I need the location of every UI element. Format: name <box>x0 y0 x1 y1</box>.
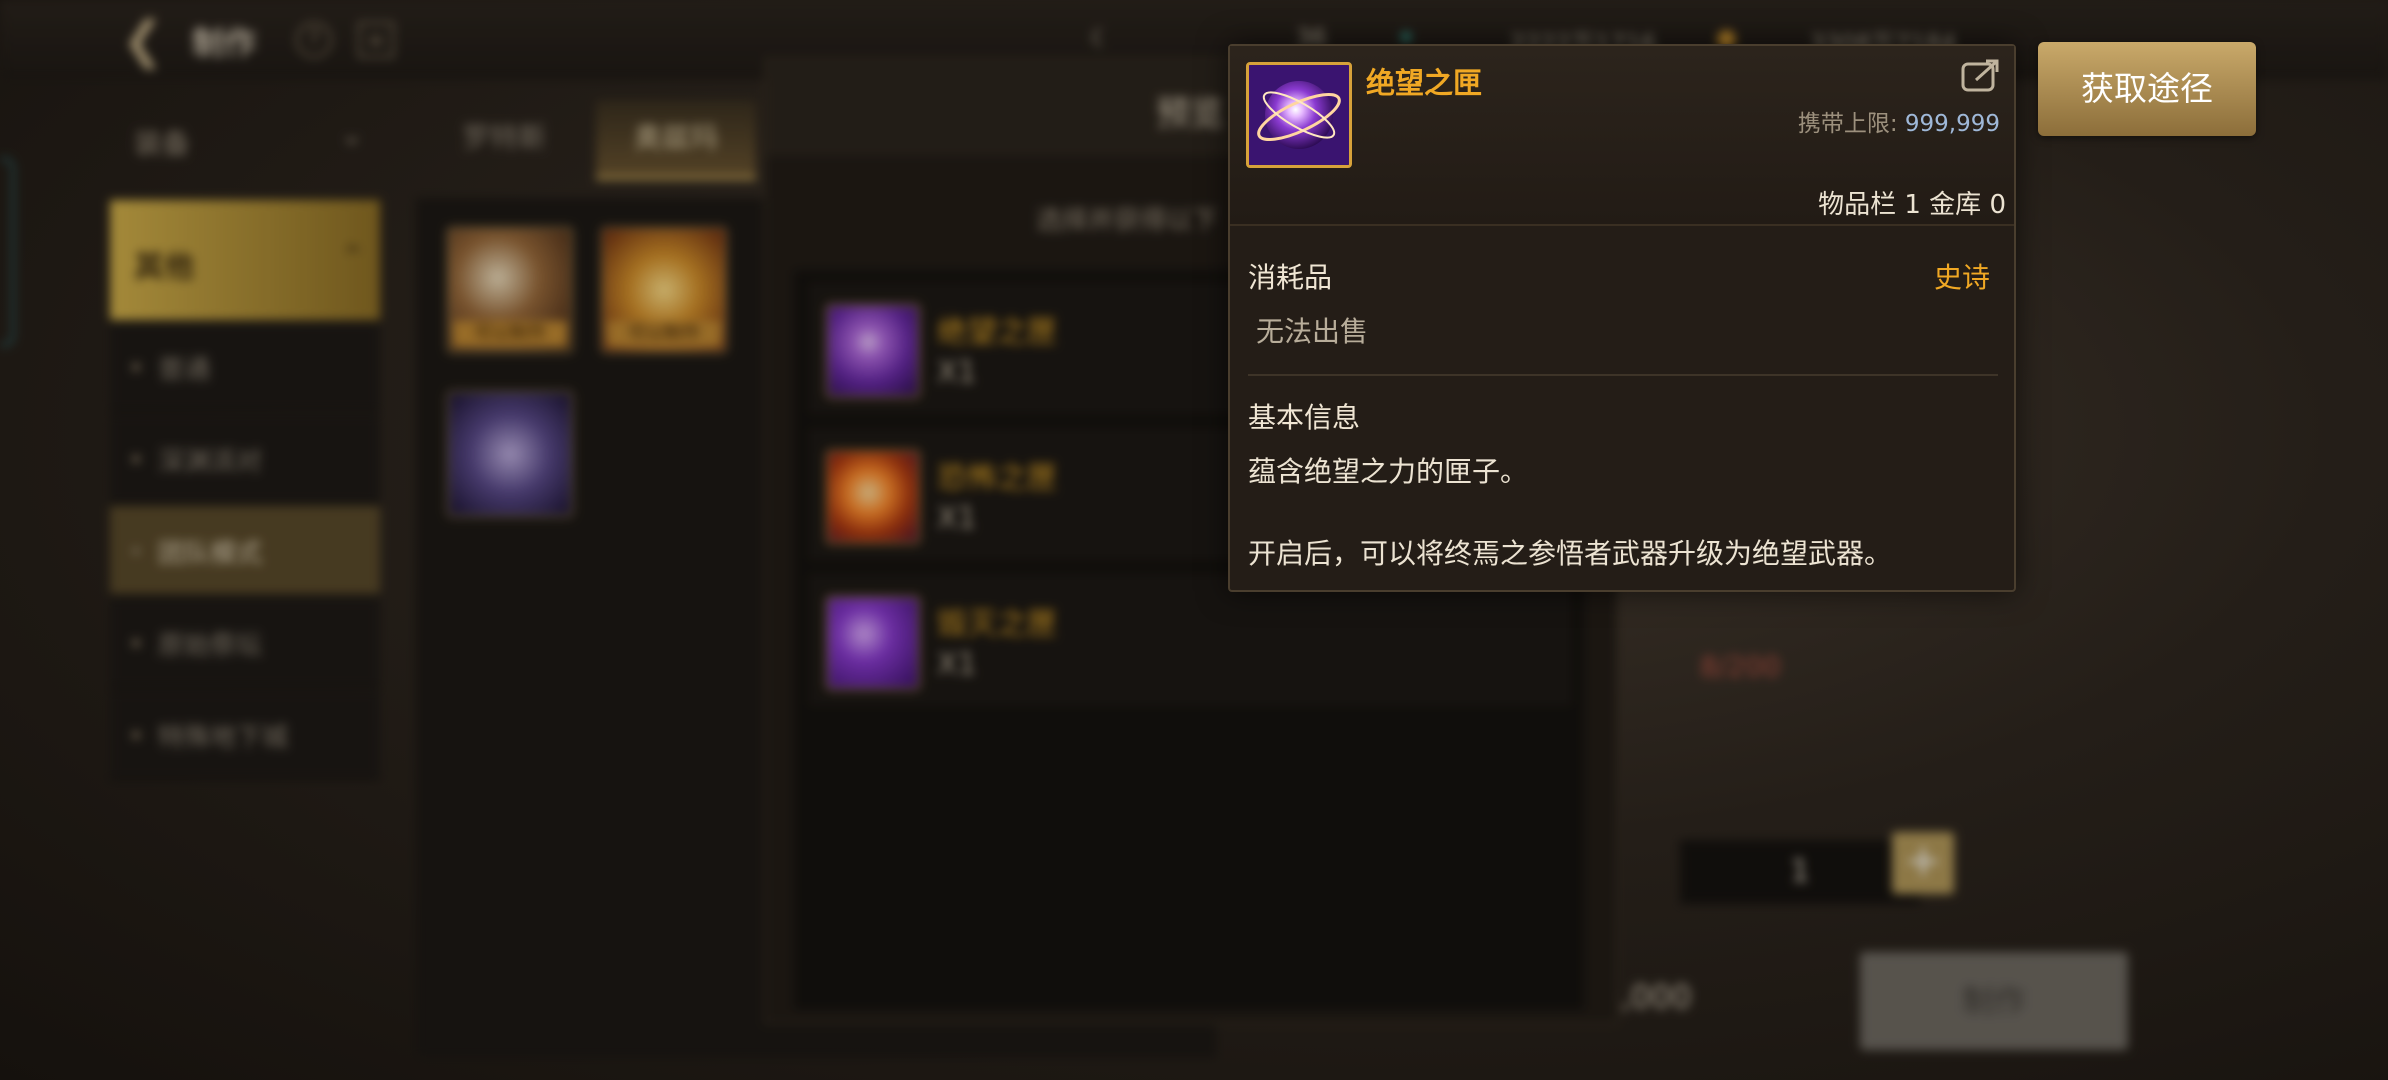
destruction-box-icon <box>825 595 921 691</box>
sidebar-item-label: 特殊地下城 <box>158 723 289 753</box>
sidebar-item-label: 普通 <box>158 355 211 385</box>
bullet-icon <box>132 639 140 647</box>
help-icon[interactable]: ? <box>296 22 332 58</box>
divider <box>1248 374 1998 376</box>
craft-counter: 8/200 <box>1700 650 1781 683</box>
back-arrow-icon[interactable]: ❮ <box>122 12 178 68</box>
bullet-icon <box>132 455 140 463</box>
share-icon[interactable] <box>1960 56 2002 94</box>
preview-item-name: 绝望之匣 <box>937 315 1057 350</box>
carry-limit-label: 携带上限: <box>1797 111 1898 137</box>
category-label: 装备 <box>134 127 191 160</box>
item-tooltip: 绝望之匣 携带上限: 999,999 物品栏 1 金库 0 消耗品 史诗 无法出… <box>1228 44 2016 592</box>
item-name: 绝望之匣 <box>1366 66 1483 100</box>
preview-title: 预览 <box>1156 94 1224 134</box>
preview-item-name: 毁灭之匣 <box>937 607 1057 642</box>
preview-item-qty: X1 <box>937 647 977 682</box>
quantity-field[interactable]: 1 <box>1680 840 1920 904</box>
sidebar-item-label: 原始祭坛 <box>158 631 263 661</box>
chevron-down-icon: ⌄ <box>340 118 364 151</box>
preview-item[interactable]: 毁灭之匣 X1 <box>810 576 1570 704</box>
info-icon[interactable]: ≡ <box>358 22 394 58</box>
sidebar-item-abyss-party[interactable]: 深渊派对 <box>110 414 380 504</box>
blurred-background: ❮ 制作 ? ≡ ☾ 36 ✦ 2222万1716 ● 3308万7184 装备… <box>0 0 2388 1080</box>
preview-item-name: 恐怖之匣 <box>937 461 1057 496</box>
group-header-label: 其他 <box>134 250 194 285</box>
bullet-icon <box>132 547 140 555</box>
make-button[interactable]: 制作 <box>1860 952 2128 1050</box>
preview-item-qty: X1 <box>937 501 977 536</box>
stock-count: 物品栏 1 金库 0 <box>1818 190 2006 220</box>
terror-box-icon <box>825 449 921 545</box>
sidebar-item-label: 团队模式 <box>158 539 263 569</box>
despair-box-icon <box>1246 62 1352 168</box>
preview-item-qty: X1 <box>937 355 977 390</box>
bullet-icon <box>132 363 140 371</box>
chevron-up-icon: ⌃ <box>340 240 366 275</box>
sell-status: 无法出售 <box>1256 315 1369 348</box>
tab-lotus[interactable]: 罗特斯 <box>424 100 584 180</box>
page-title: 制作 <box>192 24 257 62</box>
despair-box-icon <box>825 303 921 399</box>
carry-limit: 携带上限: 999,999 <box>1798 104 2000 138</box>
sidebar-item-special-dungeon[interactable]: 特殊地下城 <box>110 690 380 780</box>
edge-handle[interactable] <box>0 158 14 346</box>
sidebar-item-raid-mode[interactable]: 团队模式 <box>110 506 380 596</box>
craftable-badge: 可以制作 <box>607 321 721 347</box>
bullet-icon <box>132 731 140 739</box>
craft-card[interactable]: 可以制作 <box>446 226 574 354</box>
game-screen: ❮ 制作 ? ≡ ☾ 36 ✦ 2222万1716 ● 3308万7184 装备… <box>0 0 2388 1080</box>
carry-limit-value: 999,999 <box>1904 111 2000 137</box>
craftable-badge: 可以制作 <box>453 321 567 347</box>
sidebar-item-label: 深渊派对 <box>158 447 263 477</box>
crescent-coin-icon: ☾ <box>1090 24 1112 52</box>
tooltip-header: 绝望之匣 携带上限: 999,999 物品栏 1 金库 0 <box>1230 46 2014 226</box>
item-grade: 史诗 <box>1933 261 1990 294</box>
craft-card[interactable] <box>446 390 574 518</box>
item-description: 蕴含绝望之力的匣子。 <box>1248 455 1529 488</box>
tab-ozma[interactable]: 奥兹玛 <box>596 100 756 180</box>
preview-hint: 选择并获得以下 <box>1036 206 1219 236</box>
craft-card[interactable]: 可以制作 <box>600 226 728 354</box>
sidebar-item-normal[interactable]: 普通 <box>110 322 380 412</box>
increase-quantity-button[interactable]: + <box>1892 832 1954 894</box>
sidebar-item-primal-altar[interactable]: 原始祭坛 <box>110 598 380 688</box>
basic-info-title: 基本信息 <box>1248 401 1361 434</box>
item-type: 消耗品 <box>1248 261 1333 294</box>
acquire-route-button[interactable]: 获取途径 <box>2038 42 2256 136</box>
item-effect: 开启后，可以将终焉之参悟者武器升级为绝望武器。 <box>1248 537 1893 570</box>
